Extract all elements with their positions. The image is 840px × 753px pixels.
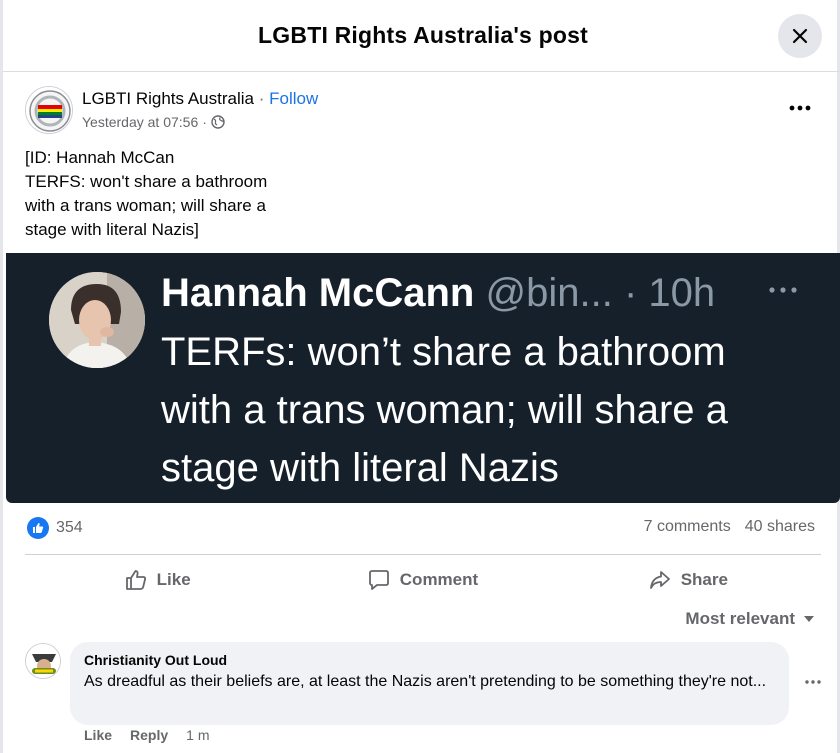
thumbs-up-icon xyxy=(125,569,146,590)
page-avatar[interactable] xyxy=(25,86,73,134)
engagement-stats: 7 comments 40 shares xyxy=(644,518,815,536)
comment-like-button[interactable]: Like xyxy=(84,727,112,743)
caret-down-icon xyxy=(804,616,814,622)
comment-sort-dropdown[interactable]: Most relevant xyxy=(685,609,815,629)
post-dialog: LGBTI Rights Australia's post LGBTI Righ… xyxy=(0,0,840,753)
shares-count-link[interactable]: 40 shares xyxy=(745,518,815,536)
more-horizontal-icon xyxy=(789,105,811,111)
commenter-avatar[interactable] xyxy=(25,643,61,679)
follow-button[interactable]: Follow xyxy=(269,89,318,108)
share-icon xyxy=(649,570,670,589)
reaction-summary[interactable]: 354 xyxy=(27,517,83,539)
share-label: Share xyxy=(680,569,728,589)
comment-actions: Like Reply 1 m xyxy=(84,727,209,743)
close-button[interactable] xyxy=(778,14,822,58)
comment-text: As dreadful as their beliefs are, at lea… xyxy=(84,673,767,690)
post-options-button[interactable] xyxy=(787,98,813,118)
globe-icon xyxy=(211,115,225,129)
sort-label: Most relevant xyxy=(685,609,795,628)
comment-reply-button[interactable]: Reply xyxy=(130,727,168,743)
share-button[interactable]: Share xyxy=(556,555,821,604)
tweet-text-line: with a trans woman; will share a xyxy=(161,388,728,432)
name-separator: · xyxy=(258,89,265,108)
post-author-line: LGBTI Rights Australia · Follow xyxy=(82,89,318,109)
tweet-text-line: stage with literal Nazis xyxy=(161,446,559,490)
more-horizontal-icon xyxy=(805,680,821,684)
close-icon xyxy=(792,28,808,44)
reaction-count: 354 xyxy=(56,519,83,536)
tweet-text: TERFs: won’t share a bathroom with a tra… xyxy=(161,323,831,497)
post-meta: Yesterday at 07:56 · xyxy=(82,114,225,130)
meta-separator: · xyxy=(202,114,207,130)
comment-icon xyxy=(368,569,389,590)
tweet-text-line: TERFs: won’t share a bathroom xyxy=(161,330,726,374)
post-caption: [ID: Hannah McCan TERFS: won't share a b… xyxy=(25,146,267,242)
tweet-author-avatar xyxy=(49,272,145,368)
comment-time[interactable]: 1 m xyxy=(186,727,209,743)
tweet-header: Hannah McCann @bin... · 10h xyxy=(161,269,715,317)
comment-label: Comment xyxy=(399,569,479,589)
like-label: Like xyxy=(156,569,191,589)
like-reaction-icon xyxy=(27,517,49,539)
post-action-bar: Like Comment Share xyxy=(25,554,821,604)
tweet-author-name: Hannah McCann xyxy=(161,271,475,315)
comment-bubble: Christianity Out Loud As dreadful as the… xyxy=(70,642,789,725)
tweet-time: · 10h xyxy=(623,271,716,315)
dialog-title: LGBTI Rights Australia's post xyxy=(258,22,588,48)
like-button[interactable]: Like xyxy=(25,555,290,604)
comment-options-button[interactable] xyxy=(802,675,824,689)
caption-line: with a trans woman; will share a xyxy=(25,196,266,215)
page-name-link[interactable]: LGBTI Rights Australia xyxy=(82,89,254,108)
comment-author-link[interactable]: Christianity Out Loud xyxy=(84,652,775,668)
dialog-header: LGBTI Rights Australia's post xyxy=(3,0,840,72)
post-timestamp[interactable]: Yesterday at 07:56 xyxy=(82,114,198,130)
comments-count-link[interactable]: 7 comments xyxy=(644,518,731,536)
caption-line: [ID: Hannah McCan xyxy=(25,148,175,167)
tweet-author-handle: @bin... xyxy=(485,271,613,315)
caption-line: TERFS: won't share a bathroom xyxy=(25,172,268,191)
tweet-screenshot-image[interactable]: Hannah McCann @bin... · 10h TERFs: won’t… xyxy=(6,253,840,503)
caption-line: stage with literal Nazis] xyxy=(25,220,199,239)
tweet-more-icon xyxy=(768,281,798,299)
comment-button[interactable]: Comment xyxy=(290,555,555,604)
